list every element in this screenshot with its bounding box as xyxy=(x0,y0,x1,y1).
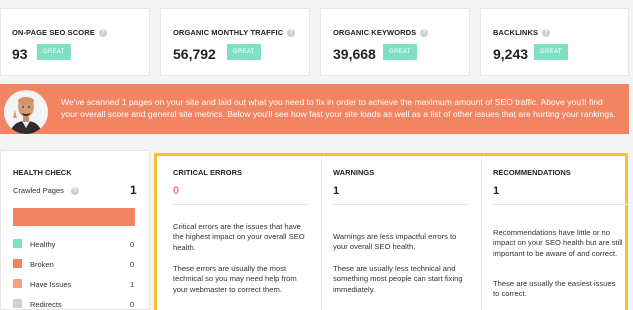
redirects-swatch xyxy=(13,299,22,308)
have-issues-label: Have Issues xyxy=(30,280,72,289)
healthy-swatch xyxy=(13,239,22,248)
help-icon[interactable]: ? xyxy=(98,29,107,37)
recommendations-desc-1: Recommendations have little or no impact… xyxy=(493,228,623,258)
help-icon[interactable]: ? xyxy=(70,187,79,195)
metric-card-organic-keywords xyxy=(320,8,470,76)
recommendations-desc-2: These are usually the easiest issues to … xyxy=(493,279,616,299)
help-icon[interactable]: ? xyxy=(420,29,429,37)
organic-traffic-value: 56,792 xyxy=(173,46,216,62)
warnings-rule xyxy=(333,204,468,205)
avatar xyxy=(4,90,48,134)
backlinks-value: 9,243 xyxy=(493,46,529,62)
broken-label: Broken xyxy=(30,260,54,269)
backlinks-badge: GREAT xyxy=(534,44,568,60)
metric-card-backlinks xyxy=(480,8,629,76)
organic-traffic-label: ORGANIC MONTHLY TRAFFIC? xyxy=(173,28,296,37)
critical-desc-2: These errors are usually the most techni… xyxy=(173,264,297,294)
organic-keywords-badge: GREAT xyxy=(383,44,417,60)
critical-desc-1: Critical errors are the issues that have… xyxy=(173,222,305,252)
help-icon[interactable]: ? xyxy=(542,29,551,37)
broken-value: 0 xyxy=(130,260,135,269)
backlinks-label: BACKLINKS? xyxy=(493,28,551,37)
redirects-label: Redirects xyxy=(30,300,62,309)
broken-swatch xyxy=(13,259,22,268)
metric-card-organic-traffic xyxy=(160,8,310,76)
recommendations-value: 1 xyxy=(493,185,500,197)
critical-errors-title: CRITICAL ERRORS xyxy=(173,168,243,177)
help-icon[interactable]: ? xyxy=(287,29,296,37)
critical-errors-value: 0 xyxy=(173,185,180,197)
critical-rule xyxy=(173,204,308,205)
healthy-label: Healthy xyxy=(30,240,56,249)
banner-text: We've scanned 1 pages on your site and l… xyxy=(61,97,616,119)
crawled-pages-label: Crawled Pages? xyxy=(13,186,79,195)
seo-score-badge: GREAT xyxy=(37,44,71,60)
column-divider xyxy=(481,156,482,310)
health-check-title: HEALTH CHECK xyxy=(13,168,72,177)
organic-traffic-badge: GREAT xyxy=(227,44,261,60)
seo-score-value: 93 xyxy=(12,46,28,62)
warnings-desc-1: Warnings are less impactful errors to yo… xyxy=(333,232,457,252)
organic-keywords-value: 39,668 xyxy=(333,46,376,62)
column-divider xyxy=(321,156,322,310)
have-issues-value: 1 xyxy=(130,280,135,289)
warnings-value: 1 xyxy=(333,185,340,197)
have-issues-swatch xyxy=(13,279,22,288)
redirects-value: 0 xyxy=(130,300,135,309)
seo-score-label: ON-PAGE SEO SCORE? xyxy=(12,28,107,37)
crawled-pages-value: 1 xyxy=(130,183,137,197)
warnings-title: WARNINGS xyxy=(333,168,375,177)
metric-card-seo-score xyxy=(0,8,150,76)
organic-keywords-label: ORGANIC KEYWORDS? xyxy=(333,28,429,37)
health-bar xyxy=(13,208,135,226)
healthy-value: 0 xyxy=(130,240,135,249)
warnings-desc-2: These are usually less technical and som… xyxy=(333,264,463,294)
recommendations-title: RECOMMENDATIONS xyxy=(493,168,571,177)
recommendations-rule xyxy=(493,204,628,205)
